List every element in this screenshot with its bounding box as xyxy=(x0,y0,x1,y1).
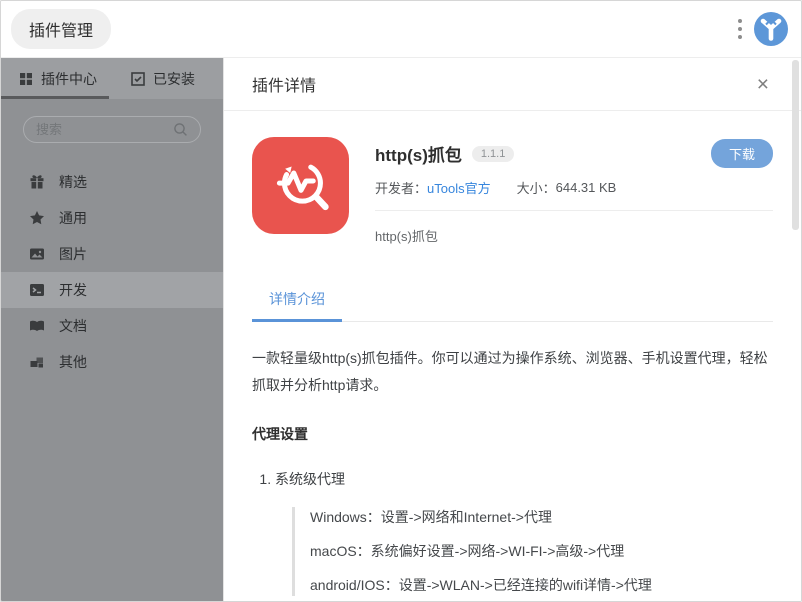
plugin-meta-row: 开发者： uTools官方 大小： 644.31 KB xyxy=(375,178,773,197)
image-icon xyxy=(29,246,45,262)
intro-paragraph: 一款轻量级http(s)抓包插件。你可以通过为操作系统、浏览器、手机设置代理，轻… xyxy=(252,345,773,400)
detail-article: 一款轻量级http(s)抓包插件。你可以通过为操作系统、浏览器、手机设置代理，轻… xyxy=(252,345,773,601)
sidebar-item-label: 文档 xyxy=(59,316,87,336)
gift-icon xyxy=(29,174,45,190)
detail-title: 插件详情 xyxy=(252,72,316,96)
quote-block: Windows：设置->网络和Internet->代理 macOS：系统偏好设置… xyxy=(292,507,773,596)
sidebar-item-development[interactable]: 开发 xyxy=(1,272,223,308)
plugin-summary: http(s)抓包 xyxy=(375,226,773,245)
sidebar-item-label: 其他 xyxy=(59,352,87,372)
size-value: 644.31 KB xyxy=(556,180,617,195)
detail-content: http(s)抓包 1.1.1 下载 开发者： uTools官方 大小： 644… xyxy=(224,111,801,601)
grid-icon xyxy=(19,72,33,86)
version-badge: 1.1.1 xyxy=(472,146,514,162)
close-icon[interactable]: × xyxy=(753,72,773,97)
active-tab-underline xyxy=(1,96,109,99)
scrollbar-thumb[interactable] xyxy=(792,60,799,230)
plugin-app-icon xyxy=(252,137,349,234)
search-icon xyxy=(173,122,188,137)
pulse-magnifier-icon xyxy=(265,150,337,222)
main-area: 插件中心 已安装 ⋮ xyxy=(1,58,801,601)
search-box[interactable] xyxy=(23,116,201,143)
app-window: 插件管理 xyxy=(0,0,802,602)
tab-details-intro[interactable]: 详情介绍 xyxy=(252,289,342,322)
tab-installed[interactable]: 已安装 xyxy=(131,69,195,89)
tab-installed-label: 已安装 xyxy=(153,69,195,89)
topbar-right xyxy=(736,11,791,47)
plugin-title-row: http(s)抓包 1.1.1 下载 xyxy=(375,139,773,168)
tab-plugin-center[interactable]: 插件中心 xyxy=(19,69,97,89)
quote-line: Windows：设置->网络和Internet->代理 xyxy=(310,507,773,528)
quote-line: macOS：系统偏好设置->网络->WI-FI->高级->代理 xyxy=(310,541,773,562)
utools-logo-icon xyxy=(753,11,789,47)
search-input[interactable] xyxy=(36,122,166,137)
download-button[interactable]: 下载 xyxy=(711,139,773,168)
top-bar: 插件管理 xyxy=(1,1,801,58)
sidebar-item-featured[interactable]: 精选 xyxy=(1,164,223,200)
size-label: 大小： xyxy=(517,178,556,197)
sidebar-item-label: 通用 xyxy=(59,208,87,228)
detail-header: 插件详情 × xyxy=(224,58,801,111)
plugin-detail-panel: 插件详情 × http(s)抓包 xyxy=(223,58,801,601)
list-item: 系统级代理 Windows：设置->网络和Internet->代理 macOS：… xyxy=(275,466,773,597)
star-icon xyxy=(29,210,45,226)
sidebar-item-label: 精选 xyxy=(59,172,87,192)
sidebar: 插件中心 已安装 ⋮ xyxy=(1,58,223,601)
info-divider xyxy=(375,210,773,211)
plugin-name: http(s)抓包 xyxy=(375,141,462,166)
book-icon xyxy=(29,318,45,334)
plugin-card: http(s)抓包 1.1.1 下载 开发者： uTools官方 大小： 644… xyxy=(252,137,773,245)
category-nav: 精选 通用 图片 xyxy=(1,164,223,380)
blocks-icon xyxy=(29,354,45,370)
detail-tabs: 详情介绍 xyxy=(252,289,773,322)
sidebar-item-documents[interactable]: 文档 xyxy=(1,308,223,344)
plugin-info: http(s)抓包 1.1.1 下载 开发者： uTools官方 大小： 644… xyxy=(375,137,773,245)
developer-label: 开发者： xyxy=(375,178,427,197)
sidebar-item-label: 开发 xyxy=(59,280,87,300)
tab-plugin-center-label: 插件中心 xyxy=(41,69,97,89)
checkbox-icon xyxy=(131,72,145,86)
developer-link[interactable]: uTools官方 xyxy=(427,178,491,197)
sidebar-item-images[interactable]: 图片 xyxy=(1,236,223,272)
sidebar-tab-bar: 插件中心 已安装 ⋮ xyxy=(1,58,223,99)
sidebar-item-label: 图片 xyxy=(59,244,87,264)
sidebar-item-general[interactable]: 通用 xyxy=(1,200,223,236)
list-item-text: 系统级代理 xyxy=(275,471,345,487)
sidebar-item-other[interactable]: 其他 xyxy=(1,344,223,380)
kebab-menu-icon[interactable] xyxy=(736,15,744,43)
app-title: 插件管理 xyxy=(11,9,111,49)
section-title: 代理设置 xyxy=(252,424,773,444)
quote-line: android/IOS：设置->WLAN->已经连接的wifi详情->代理 xyxy=(310,575,773,596)
terminal-icon xyxy=(29,282,45,298)
instruction-list: 系统级代理 Windows：设置->网络和Internet->代理 macOS：… xyxy=(252,466,773,601)
